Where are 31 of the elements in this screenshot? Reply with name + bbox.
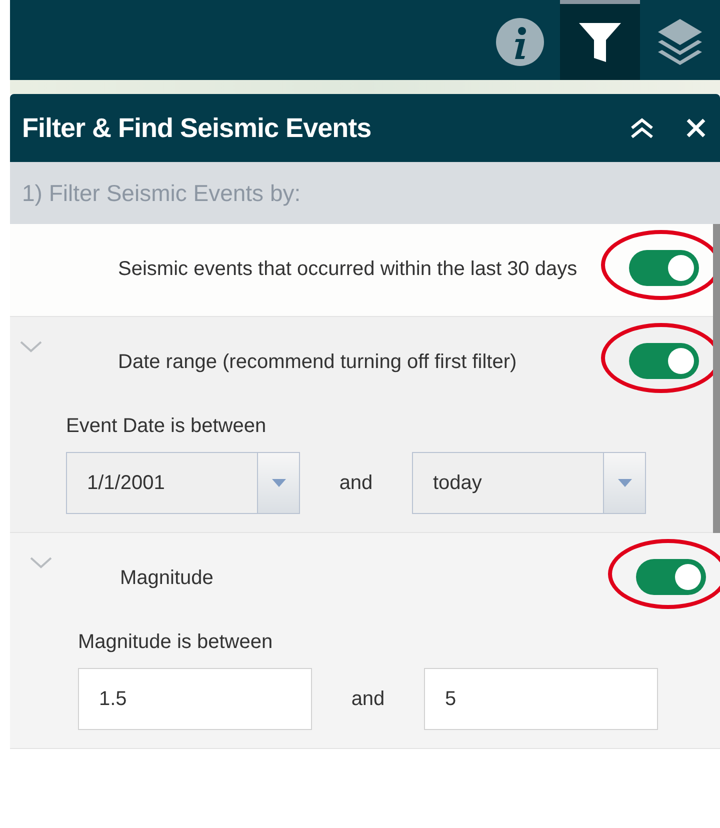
panel-title: Filter & Find Seismic Events [22,112,372,144]
dropdown-button[interactable] [257,453,299,513]
filter-label: Magnitude [120,566,214,591]
section-heading: 1) Filter Seismic Events by: [22,180,301,206]
number-field[interactable]: 1.5 [78,668,312,730]
toggle-switch[interactable] [629,343,699,379]
date-dropdown[interactable]: 1/1/2001 [66,452,300,514]
toggle-switch[interactable] [636,559,706,595]
collapse-button[interactable] [630,117,654,139]
toggle-switch[interactable] [629,250,699,286]
range-caption: Event Date is between [66,415,268,438]
number-field[interactable]: 5 [424,668,658,730]
chevron-down-icon [30,557,52,569]
dropdown-button[interactable] [603,453,645,513]
close-icon [686,118,706,138]
close-button[interactable] [686,118,706,138]
layers-icon [656,17,704,67]
filter-label: Date range (recommend turning off first filter) [118,350,518,375]
caret-down-icon [272,479,286,487]
range-caption: Magnitude is between [78,631,274,654]
filter-label: Seismic events that occurred within the last 30 days [118,257,578,282]
and-label: and [338,472,374,494]
caret-down-icon [618,479,632,487]
date-dropdown[interactable]: today [412,452,646,514]
dropdown-value: today [432,470,483,496]
filter-button[interactable] [560,0,640,80]
double-chevron-up-icon [630,117,654,139]
chevron-down-icon [20,341,42,353]
info-icon [496,18,544,66]
and-label: and [350,688,386,710]
dropdown-value: 1/1/2001 [86,470,166,496]
